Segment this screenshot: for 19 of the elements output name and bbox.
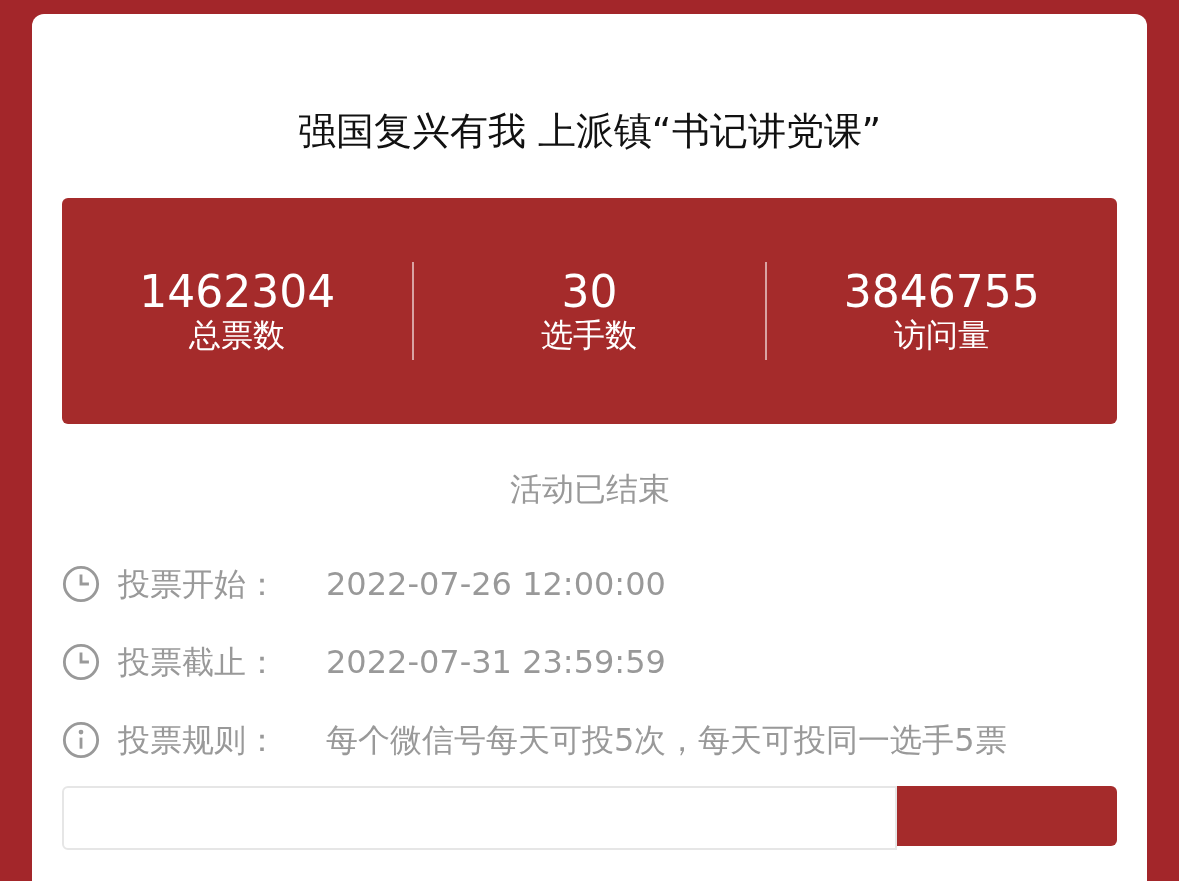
stat-value: 30 [561,267,618,316]
page-title: 强国复兴有我 上派镇“书记讲党课” [296,108,883,155]
info-value: 2022-07-26 12:00:00 [326,564,667,605]
info-label: 投票开始： [118,564,279,605]
stat-label: 访问量 [893,316,990,355]
stat-label: 总票数 [189,316,286,355]
info-value: 每个微信号每天可投5次，每天可投同一选手5票 [326,720,1008,761]
action-button[interactable] [897,786,1117,846]
stat-value: 1462304 [139,267,336,316]
info-label: 投票规则： [118,720,279,761]
info-value: 2022-07-31 23:59:59 [326,642,667,683]
info-label: 投票截止： [118,642,279,683]
clock-icon [62,643,100,681]
info-icon [62,721,100,759]
status-text: 活动已结束 [508,469,671,510]
stat-label: 选手数 [541,316,638,355]
clock-icon [62,565,100,603]
stat-value: 3846755 [843,267,1040,316]
input-field[interactable] [62,786,897,850]
